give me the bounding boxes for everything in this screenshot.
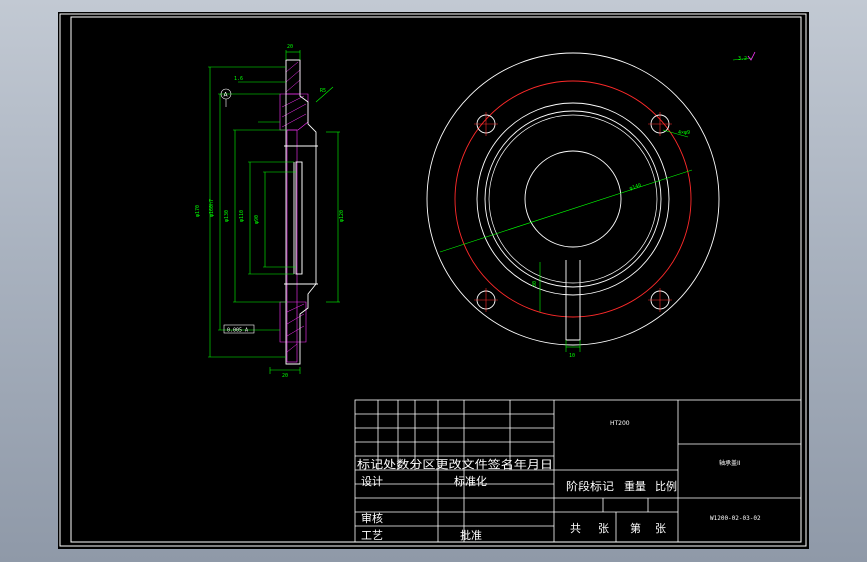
svg-text:φ110: φ110 xyxy=(239,210,245,222)
center-bore xyxy=(524,150,622,248)
svg-text:10: 10 xyxy=(569,353,575,359)
outer-flange-circle xyxy=(426,52,720,346)
flatness-text: 0.005 A xyxy=(227,328,248,334)
total-label: 共 xyxy=(570,522,581,535)
front-view: φ140 30 10 4×φ9 3.2 xyxy=(426,51,756,359)
section-view: φ170 φ160h7 φ130 φ110 φ90 φ120 20 20 R5 … xyxy=(195,44,345,379)
part-name-text: 轴承盖II xyxy=(719,459,741,467)
svg-text:φ170: φ170 xyxy=(195,205,201,217)
boss-circle xyxy=(476,102,670,296)
datum-symbol: A xyxy=(220,88,232,107)
datum-letter: A xyxy=(224,92,229,99)
roughness-note: 3.2 xyxy=(738,51,756,62)
svg-text:3.2: 3.2 xyxy=(738,56,747,62)
design-label: 设计 xyxy=(361,475,383,488)
svg-text:20: 20 xyxy=(287,44,293,50)
drawing-sheet: φ170 φ160h7 φ130 φ110 φ90 φ120 20 20 R5 … xyxy=(58,12,809,549)
cad-drawing: φ170 φ160h7 φ130 φ110 φ90 φ120 20 20 R5 … xyxy=(59,13,807,547)
material-text: HT200 xyxy=(610,420,630,427)
scale-label: 比例 xyxy=(655,479,677,493)
drawing-number-text: W1200-02-03-02 xyxy=(710,515,761,522)
svg-text:φ140: φ140 xyxy=(629,182,642,191)
svg-text:φ130: φ130 xyxy=(224,210,230,222)
svg-text:φ90: φ90 xyxy=(254,215,260,224)
flatness-callout: 0.005 A xyxy=(223,324,255,334)
svg-text:φ120: φ120 xyxy=(339,210,345,222)
svg-text:30: 30 xyxy=(532,281,538,287)
stage-mark-label: 阶段标记 xyxy=(566,479,614,493)
part-outline xyxy=(284,59,318,365)
process-label: 工艺 xyxy=(361,529,383,542)
sheet-unit-label: 张 xyxy=(655,522,666,535)
bolt-centerlines xyxy=(474,112,672,312)
revision-header: 标记处数分区更改文件签名年月日 xyxy=(357,457,553,471)
weight-label: 重量 xyxy=(624,479,646,493)
svg-text:1.6: 1.6 xyxy=(234,76,243,82)
bolt-holes xyxy=(476,114,670,310)
front-dim-text: φ140 30 10 4×φ9 xyxy=(532,130,690,359)
sheets-label: 张 xyxy=(598,522,609,535)
standardization-label: 标准化 xyxy=(454,474,487,488)
check-label: 审核 xyxy=(361,511,383,525)
sheet-no-label: 第 xyxy=(630,521,641,535)
front-dimensions xyxy=(439,57,753,352)
approve-label: 批准 xyxy=(460,528,482,542)
groove-outer xyxy=(484,110,662,288)
svg-text:R5: R5 xyxy=(320,88,326,94)
groove-inner xyxy=(488,114,658,284)
title-block-text: HT200 轴承盖II W1200-02-03-02 标记处数分区更改文件签名年… xyxy=(357,420,761,542)
svg-text:20: 20 xyxy=(282,373,288,379)
svg-text:4×φ9: 4×φ9 xyxy=(678,130,690,136)
oil-slot xyxy=(565,260,581,341)
svg-text:φ160h7: φ160h7 xyxy=(209,199,215,217)
